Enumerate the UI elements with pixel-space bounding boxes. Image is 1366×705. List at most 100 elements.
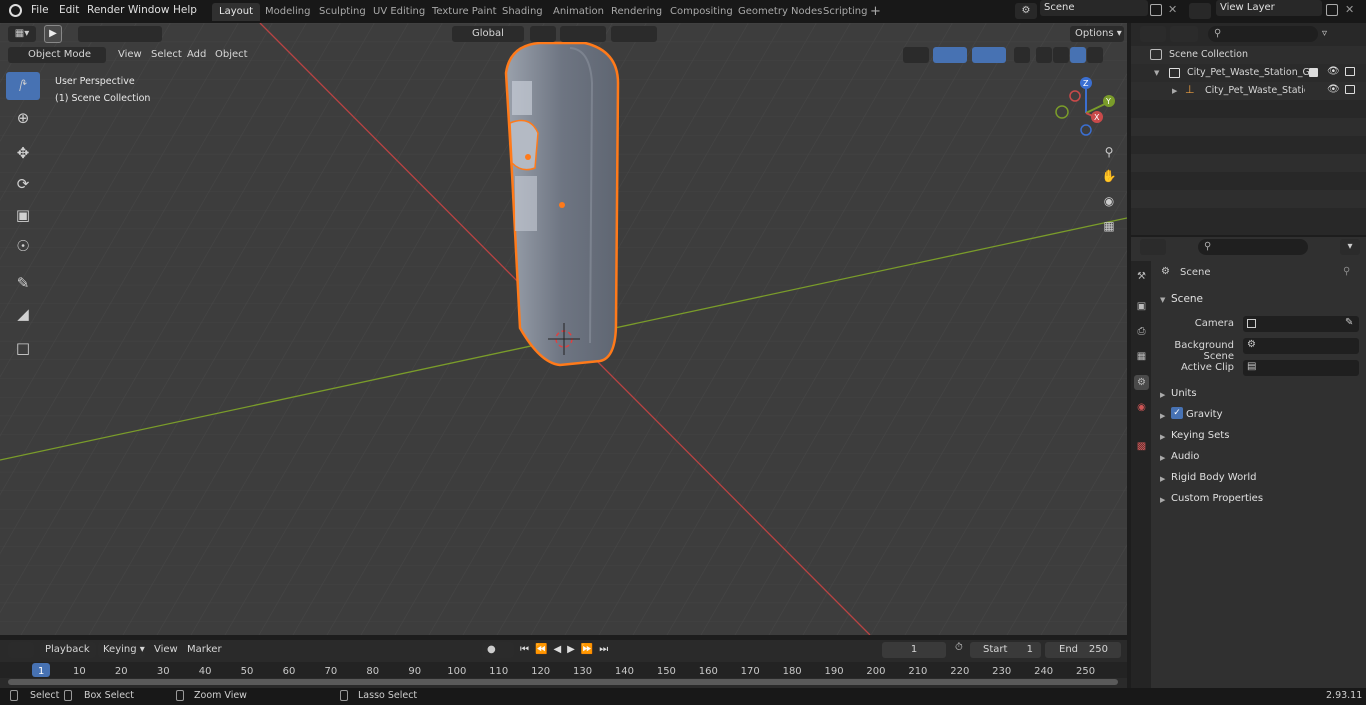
perspective-toggle-icon[interactable]: ▦ — [1099, 216, 1119, 236]
menu-object[interactable]: Object — [211, 47, 252, 63]
transform-tool-icon[interactable]: ☉ — [6, 232, 40, 260]
props-options-icon[interactable]: ▾ — [1340, 239, 1360, 255]
gravity-section[interactable]: Gravity — [1186, 409, 1223, 420]
outliner-editor-type-icon[interactable] — [1140, 26, 1166, 42]
tab-layout[interactable]: Layout — [212, 3, 260, 21]
scale-tool-icon[interactable]: ▣ — [6, 201, 40, 229]
view-layer-field[interactable]: View Layer — [1216, 0, 1322, 16]
expand-arrow-icon[interactable]: ▶ — [1172, 87, 1177, 95]
eye-icon[interactable]: 👁 — [1327, 84, 1340, 95]
menu-file[interactable]: File — [31, 4, 49, 16]
timeline-editor-type-icon[interactable] — [8, 642, 34, 658]
menu-help[interactable]: Help — [173, 4, 197, 16]
copy-scene-icon[interactable] — [1150, 4, 1162, 16]
outliner-root-row[interactable]: Scene Collection — [1131, 46, 1366, 64]
menu-view[interactable]: View — [114, 47, 146, 63]
pivot-icon[interactable] — [530, 26, 556, 42]
units-expand-icon[interactable]: ▶ — [1160, 391, 1165, 399]
texture-tab-icon[interactable]: ▩ — [1134, 439, 1149, 454]
render-camera-icon[interactable] — [1345, 67, 1355, 76]
exclude-checkbox[interactable] — [1309, 68, 1318, 77]
pet-waste-station-object[interactable] — [504, 41, 620, 367]
copy-view-layer-icon[interactable] — [1326, 4, 1338, 16]
render-tab-icon[interactable]: ▣ — [1134, 299, 1149, 314]
props-editor-type-icon[interactable] — [1140, 239, 1166, 255]
tab-rendering[interactable]: Rendering — [604, 3, 669, 21]
end-frame-field[interactable]: End 250 — [1045, 642, 1121, 658]
shading-solid-icon[interactable] — [1053, 47, 1069, 63]
filter-icon[interactable]: ▿ — [1322, 26, 1350, 42]
editor-type-icon[interactable]: ▦▾ — [8, 26, 36, 42]
select-mode-icons[interactable] — [78, 26, 162, 42]
scene-icon[interactable]: ⚙ — [1015, 3, 1037, 19]
world-tab-icon[interactable]: ◉ — [1134, 400, 1149, 415]
outliner-search-input[interactable]: ⚲ — [1208, 26, 1318, 42]
gravity-expand-icon[interactable]: ▶ — [1160, 412, 1165, 420]
cursor-tool-icon[interactable]: ⊕ — [6, 104, 40, 132]
proportional-edit-icon[interactable] — [611, 26, 657, 42]
panel-collapse-icon[interactable]: ▼ — [1160, 296, 1165, 304]
move-tool-icon[interactable]: ✥ — [6, 139, 40, 167]
audio-expand-icon[interactable]: ▶ — [1160, 454, 1165, 462]
camera-view-icon[interactable]: ◉ — [1099, 191, 1119, 211]
stopwatch-icon[interactable]: ⏱ — [955, 642, 963, 653]
current-frame-field[interactable]: 1 — [882, 642, 946, 658]
output-tab-icon[interactable]: ⎙ — [1134, 324, 1149, 339]
gizmo-toggle-icon[interactable] — [933, 47, 967, 63]
annotate-tool-icon[interactable]: ✎ — [6, 269, 40, 297]
shading-rendered-icon[interactable] — [1087, 47, 1103, 63]
custom-properties-expand-icon[interactable]: ▶ — [1160, 496, 1165, 504]
pin-icon[interactable]: ⚲ — [1343, 266, 1350, 277]
tab-scripting[interactable]: Scripting — [816, 3, 874, 21]
view-layer-icon[interactable] — [1189, 3, 1211, 19]
timeline-scrollbar[interactable] — [8, 679, 1118, 685]
camera-field[interactable]: ✎ — [1243, 316, 1359, 332]
eyedropper-icon[interactable]: ✎ — [1345, 317, 1353, 328]
rigid-body-expand-icon[interactable]: ▶ — [1160, 475, 1165, 483]
gravity-checkbox[interactable]: ✓ — [1171, 407, 1183, 419]
shading-wireframe-icon[interactable] — [1036, 47, 1052, 63]
menu-select[interactable]: Select — [147, 47, 186, 63]
rigid-body-world-section[interactable]: Rigid Body World — [1171, 472, 1256, 483]
render-camera-icon[interactable] — [1345, 85, 1355, 94]
custom-properties-section[interactable]: Custom Properties — [1171, 493, 1263, 504]
tab-modeling[interactable]: Modeling — [258, 3, 318, 21]
object-mode-dropdown[interactable]: Object Mode — [8, 47, 106, 63]
visibility-icon[interactable] — [903, 47, 929, 63]
view-layer-tab-icon[interactable]: ▦ — [1134, 349, 1149, 364]
expand-arrow-icon[interactable]: ▼ — [1154, 69, 1159, 77]
outliner-display-mode-icon[interactable] — [1170, 26, 1198, 42]
outliner-row[interactable]: ▶ ⊥ City_Pet_Waste_Station_ 👁 — [1131, 82, 1366, 100]
select-box-tool-icon[interactable]: ⭚ — [6, 72, 40, 100]
background-scene-field[interactable]: ⚙ — [1243, 338, 1359, 354]
keying-sets-expand-icon[interactable]: ▶ — [1160, 433, 1165, 441]
tab-animation[interactable]: Animation — [546, 3, 611, 21]
xray-icon[interactable] — [1014, 47, 1030, 63]
tab-compositing[interactable]: Compositing — [663, 3, 740, 21]
scene-tab-icon[interactable]: ⚙ — [1134, 375, 1149, 390]
start-frame-field[interactable]: Start 1 — [970, 642, 1041, 658]
transform-orientation-dropdown[interactable]: Global — [452, 26, 524, 42]
menu-add[interactable]: Add — [183, 47, 210, 63]
shading-material-icon[interactable] — [1070, 47, 1086, 63]
overlay-toggle-icon[interactable] — [972, 47, 1006, 63]
select-tool-icon[interactable]: ▶ — [44, 25, 62, 43]
props-search-input[interactable]: ⚲ — [1198, 239, 1308, 255]
close-scene-icon[interactable]: ✕ — [1168, 3, 1177, 16]
tool-tab-icon[interactable]: ⚒ — [1134, 269, 1149, 284]
outliner-row[interactable]: ▼ City_Pet_Waste_Station_Glass 👁 — [1131, 64, 1366, 82]
tab-geometry-nodes[interactable]: Geometry Nodes — [731, 3, 829, 21]
scene-panel-title[interactable]: Scene — [1171, 293, 1203, 305]
blender-logo-icon[interactable] — [9, 4, 22, 17]
snap-icon[interactable] — [560, 26, 606, 42]
menu-render[interactable]: Render — [87, 4, 124, 16]
tab-shading[interactable]: Shading — [495, 3, 550, 21]
options-dropdown[interactable]: Options ▾ — [1070, 26, 1124, 42]
record-icon[interactable]: ● — [482, 642, 514, 658]
menu-window[interactable]: Window — [128, 4, 169, 16]
timeline-view-menu[interactable]: View — [150, 642, 182, 658]
keying-menu[interactable]: Keying ▾ — [98, 642, 145, 658]
add-workspace-icon[interactable]: + — [870, 4, 881, 19]
eye-icon[interactable]: 👁 — [1327, 66, 1340, 77]
tab-sculpting[interactable]: Sculpting — [312, 3, 373, 21]
